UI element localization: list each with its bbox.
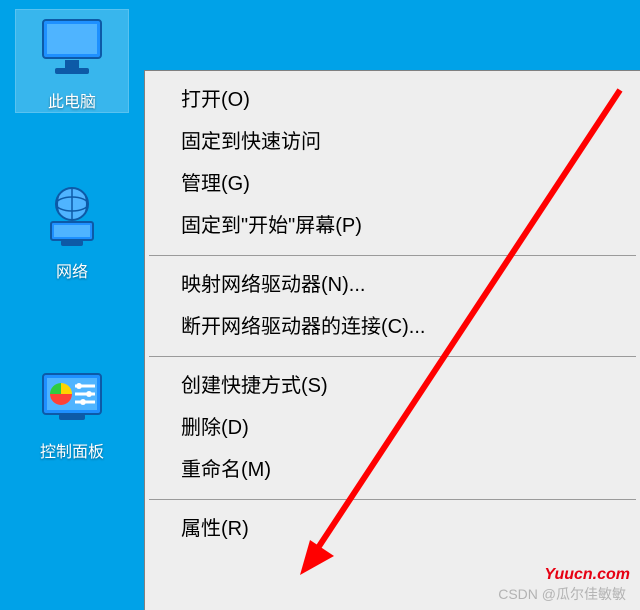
menu-item-open[interactable]: 打开(O) — [145, 79, 640, 121]
menu-separator — [149, 356, 636, 357]
desktop-icon-label: 网络 — [16, 258, 128, 282]
desktop-icon-label: 控制面板 — [16, 438, 128, 462]
menu-item-manage[interactable]: 管理(G) — [145, 163, 640, 205]
watermark-csdn: CSDN @瓜尔佳敏敏 — [498, 584, 626, 604]
menu-item-properties[interactable]: 属性(R) — [145, 508, 640, 550]
menu-item-disconnect-network-drive[interactable]: 断开网络驱动器的连接(C)... — [145, 306, 640, 348]
desktop-icon-label: 此电脑 — [16, 88, 128, 112]
menu-item-delete[interactable]: 删除(D) — [145, 407, 640, 449]
desktop-icon-control-panel[interactable]: 控制面板 — [16, 360, 128, 462]
menu-item-rename[interactable]: 重命名(M) — [145, 449, 640, 491]
menu-item-pin-quick-access[interactable]: 固定到快速访问 — [145, 121, 640, 163]
menu-item-pin-start[interactable]: 固定到"开始"屏幕(P) — [145, 205, 640, 247]
network-icon — [16, 180, 128, 254]
menu-item-map-network-drive[interactable]: 映射网络驱动器(N)... — [145, 264, 640, 306]
desktop-icon-network[interactable]: 网络 — [16, 180, 128, 282]
menu-separator — [149, 255, 636, 256]
context-menu: 打开(O) 固定到快速访问 管理(G) 固定到"开始"屏幕(P) 映射网络驱动器… — [144, 70, 640, 610]
control-panel-icon — [16, 360, 128, 434]
computer-icon — [16, 10, 128, 84]
watermark-site: Yuucn.com — [544, 566, 630, 584]
menu-item-create-shortcut[interactable]: 创建快捷方式(S) — [145, 365, 640, 407]
desktop-icon-this-pc[interactable]: 此电脑 — [16, 10, 128, 112]
desktop: 此电脑 网络 — [0, 0, 640, 610]
menu-separator — [149, 499, 636, 500]
